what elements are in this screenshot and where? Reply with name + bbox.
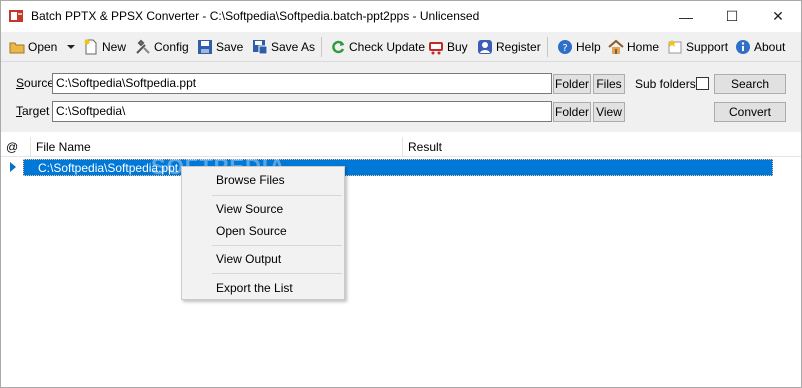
- open-label: Open: [28, 40, 58, 54]
- menu-separator: [212, 245, 342, 246]
- tools-icon: [136, 39, 150, 54]
- toolbar-divider: [547, 37, 548, 57]
- app-icon: [9, 10, 23, 22]
- save-button[interactable]: Save: [197, 36, 243, 58]
- about-label: About: [754, 40, 786, 54]
- chevron-down-icon: [67, 45, 75, 49]
- shopping-cart-icon: [429, 42, 443, 55]
- register-button[interactable]: Register: [477, 36, 541, 58]
- check-update-label: Check Update: [349, 40, 426, 54]
- target-view-button[interactable]: View: [593, 102, 625, 122]
- menu-item-export-list[interactable]: Export the List: [182, 277, 344, 299]
- source-input[interactable]: C:\Softpedia\Softpedia.ppt: [52, 73, 552, 94]
- register-label: Register: [496, 40, 541, 54]
- target-input[interactable]: C:\Softpedia\: [52, 101, 552, 122]
- new-document-icon: [84, 39, 97, 55]
- search-button[interactable]: Search: [714, 74, 786, 94]
- menu-item-view-source[interactable]: View Source: [182, 198, 344, 220]
- column-at[interactable]: @: [1, 137, 31, 157]
- table-row[interactable]: C:\Softpedia\Softpedia.ppt: [23, 159, 773, 176]
- support-label: Support: [686, 40, 729, 54]
- menu-separator: [212, 273, 342, 274]
- subfolders-label: Sub folders: [635, 77, 696, 91]
- config-button[interactable]: Config: [135, 36, 189, 58]
- save-label: Save: [216, 40, 244, 54]
- path-panel: Source C:\Softpedia\Softpedia.ppt Folder…: [1, 62, 801, 132]
- home-label: Home: [627, 40, 660, 54]
- minimize-button[interactable]: —: [663, 1, 709, 32]
- refresh-icon: [332, 40, 345, 54]
- config-label: Config: [154, 40, 189, 54]
- title-bar: Batch PPTX & PPSX Converter - C:\Softped…: [1, 1, 801, 32]
- close-button[interactable]: ✕: [755, 1, 801, 32]
- convert-button[interactable]: Convert: [714, 102, 786, 122]
- target-folder-button[interactable]: Folder: [553, 102, 591, 122]
- help-label: Help: [576, 40, 601, 54]
- save-as-button[interactable]: Save As: [252, 36, 315, 58]
- source-folder-button[interactable]: Folder: [553, 74, 591, 94]
- help-icon: ?: [558, 40, 572, 54]
- open-dropdown-arrow[interactable]: [66, 36, 76, 58]
- window-title: Batch PPTX & PPSX Converter - C:\Softped…: [31, 9, 480, 23]
- about-button[interactable]: About: [735, 36, 785, 58]
- save-as-label: Save As: [271, 40, 316, 54]
- source-label: Source: [16, 76, 55, 90]
- buy-button[interactable]: Buy: [428, 36, 468, 58]
- user-register-icon: [478, 40, 492, 54]
- menu-item-browse-files[interactable]: Browse Files: [182, 169, 344, 191]
- support-button[interactable]: Support: [667, 36, 728, 58]
- buy-label: Buy: [447, 40, 468, 54]
- home-icon: [608, 39, 624, 54]
- new-button[interactable]: New: [83, 36, 126, 58]
- target-label: Target: [16, 104, 50, 118]
- source-files-button[interactable]: Files: [593, 74, 625, 94]
- check-update-button[interactable]: Check Update: [330, 36, 425, 58]
- toolbar: Open New Config Save Save As Check Updat…: [1, 32, 801, 62]
- maximize-button[interactable]: ☐: [709, 1, 755, 32]
- file-list-header: @ File Name Result: [1, 137, 801, 157]
- save-disk-icon: [198, 40, 212, 54]
- menu-item-view-output[interactable]: View Output: [182, 248, 344, 270]
- open-button[interactable]: Open: [9, 36, 57, 58]
- context-menu: Browse Files View Source Open Source Vie…: [181, 166, 345, 300]
- folder-open-icon: [9, 42, 25, 54]
- row-pointer-icon: [10, 162, 16, 172]
- svg-text:?: ?: [562, 43, 567, 54]
- save-as-icon: [253, 40, 268, 55]
- menu-separator: [212, 195, 342, 196]
- home-button[interactable]: Home: [608, 36, 659, 58]
- menu-item-open-source[interactable]: Open Source: [182, 220, 344, 242]
- app-window: Batch PPTX & PPSX Converter - C:\Softped…: [0, 0, 802, 388]
- column-result[interactable]: Result: [403, 137, 801, 157]
- help-button[interactable]: ? Help: [557, 36, 601, 58]
- toolbar-divider: [321, 37, 322, 57]
- subfolders-checkbox[interactable]: [696, 77, 709, 90]
- info-icon: [736, 40, 750, 54]
- support-star-icon: [668, 39, 682, 54]
- new-label: New: [102, 40, 127, 54]
